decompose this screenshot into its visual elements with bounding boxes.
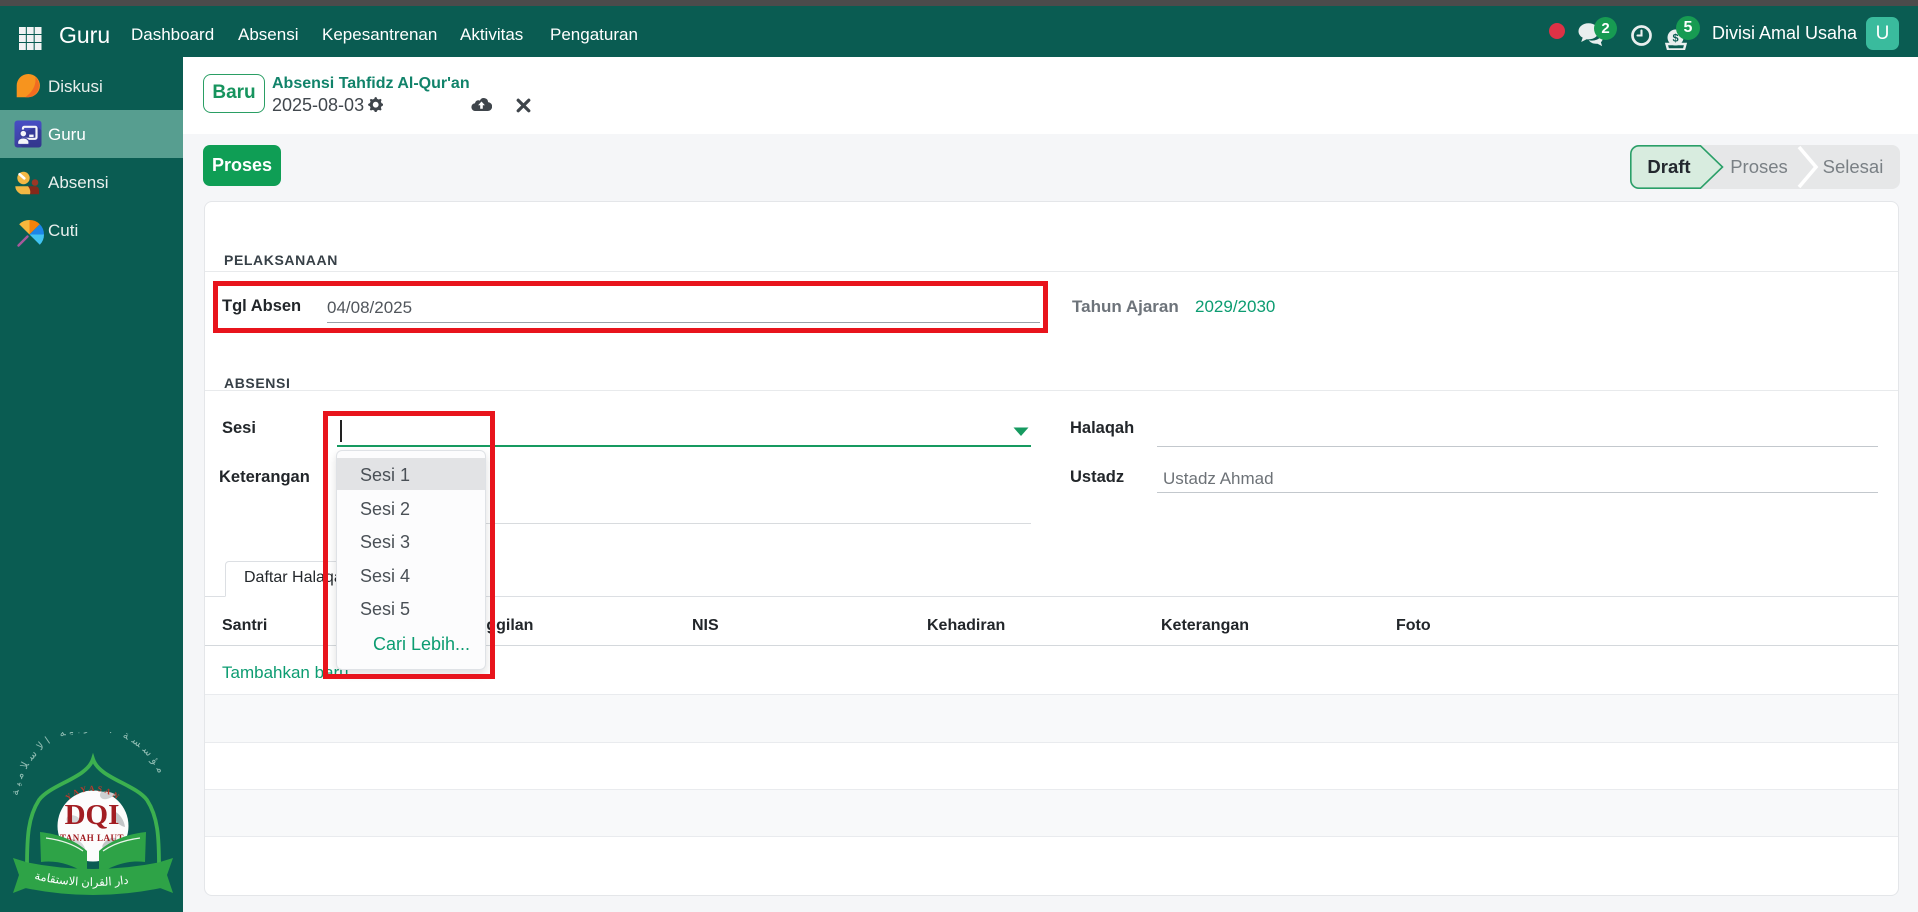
- svg-text:DQI: DQI: [65, 799, 120, 831]
